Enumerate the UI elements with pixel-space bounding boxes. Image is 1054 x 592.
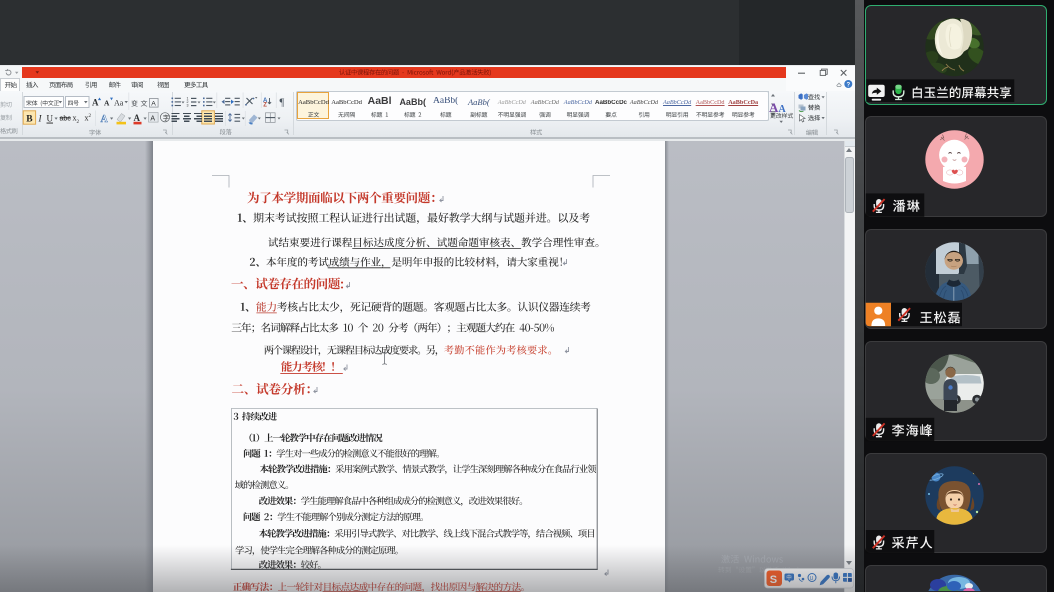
svg-text:A: A (92, 98, 99, 108)
svg-text:A: A (134, 113, 141, 123)
svg-text:Z: Z (263, 103, 267, 109)
svg-text:A: A (150, 116, 155, 123)
svg-text:Aa: Aa (114, 99, 124, 108)
svg-text:A: A (101, 114, 109, 125)
svg-text:A: A (779, 104, 787, 115)
svg-text:abe: abe (60, 116, 72, 123)
svg-text:U: U (47, 114, 54, 124)
svg-text:¶: ¶ (280, 98, 285, 109)
svg-text:B: B (26, 115, 33, 125)
svg-text:A: A (104, 99, 110, 108)
svg-text:2: 2 (89, 114, 92, 119)
svg-text:A: A (151, 101, 156, 108)
svg-text:?: ? (846, 82, 850, 88)
svg-text:2: 2 (77, 120, 80, 125)
svg-text:A: A (769, 100, 779, 115)
svg-text:I: I (38, 114, 43, 124)
svg-text:字: 字 (163, 113, 170, 122)
svg-text:3: 3 (187, 104, 189, 108)
